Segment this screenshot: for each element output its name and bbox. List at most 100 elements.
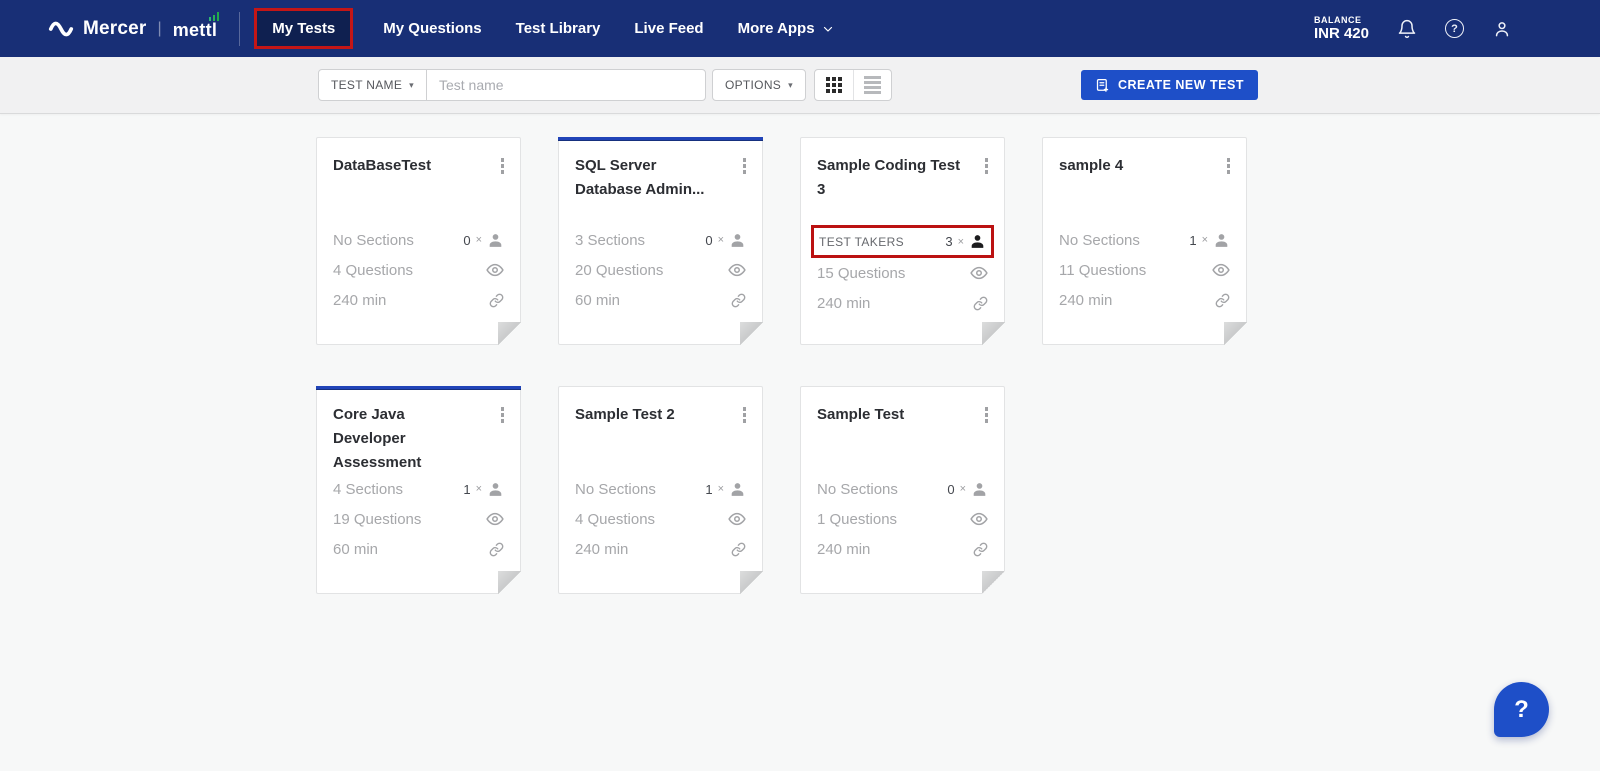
top-navbar: Mercer | mettl My Tests My Questions Tes…: [0, 0, 1600, 57]
person-icon: [489, 233, 502, 247]
share-link-icon[interactable]: [973, 296, 988, 311]
caret-down-icon: ▾: [409, 79, 414, 90]
active-tab-annotation-box: My Tests: [254, 8, 354, 49]
test-title: Sample Test 2: [575, 406, 675, 423]
share-link-icon[interactable]: [731, 542, 746, 557]
test-takers-count[interactable]: 1 ×: [463, 481, 504, 498]
questions-row: 4 Questions: [333, 255, 504, 285]
nav-item-my-tests[interactable]: My Tests: [272, 20, 335, 37]
page: Mercer | mettl My Tests My Questions Tes…: [0, 0, 1600, 771]
nav-item-test-library[interactable]: Test Library: [516, 20, 601, 37]
preview-eye-icon[interactable]: [970, 510, 988, 528]
person-icon: [731, 233, 744, 247]
test-takers-count[interactable]: 3 ×: [945, 233, 986, 250]
create-new-test-button[interactable]: CREATE NEW TEST: [1080, 70, 1258, 100]
test-card-sample-4[interactable]: sample 4 No Sections 1 × 11 Questions 240…: [1042, 137, 1247, 345]
filter-by-dropdown[interactable]: TEST NAME ▾: [318, 69, 427, 101]
test-card-sample-test-2[interactable]: Sample Test 2 No Sections 1 × 4 Questions…: [558, 386, 763, 594]
test-card-sql-server[interactable]: SQL Server Database Admin... 3 Sections …: [558, 137, 763, 345]
nav-divider: [239, 11, 241, 46]
folded-corner: [982, 571, 1005, 594]
test-card-sample-coding-test-3[interactable]: Sample Coding Test 3 TEST TAKERS 3 × 15 Q…: [800, 137, 1005, 345]
test-card-grid: DataBaseTest No Sections 0 × 4 Questions …: [0, 114, 1600, 594]
sections-row: No Sections 1 ×: [1059, 225, 1230, 255]
preview-eye-icon[interactable]: [486, 510, 504, 528]
brand-mercer-text: Mercer: [83, 17, 147, 39]
preview-eye-icon[interactable]: [486, 261, 504, 279]
nav-item-live-feed[interactable]: Live Feed: [634, 20, 703, 37]
questions-row: 19 Questions: [333, 504, 504, 534]
kebab-menu-icon[interactable]: [742, 403, 746, 459]
brand-mettl-text: mettl: [173, 12, 220, 41]
grid-view-icon: [825, 77, 842, 93]
questions-row: 1 Questions: [817, 504, 988, 534]
test-takers-count[interactable]: 0 ×: [947, 481, 988, 498]
duration-row: 60 min: [575, 285, 746, 315]
test-takers-count[interactable]: 0 ×: [463, 232, 504, 249]
test-takers-count[interactable]: 1 ×: [1189, 232, 1230, 249]
support-help-bubble[interactable]: ?: [1494, 682, 1549, 737]
filter-toolbar: TEST NAME ▾ OPTIONS ▾ CREATE NEW TEST: [0, 57, 1600, 114]
person-icon: [1215, 233, 1228, 247]
nav-item-my-questions[interactable]: My Questions: [383, 20, 481, 37]
user-account-icon[interactable]: [1492, 19, 1512, 39]
nav-right: BALANCE INR 420 ?: [1314, 15, 1600, 43]
kebab-menu-icon[interactable]: [984, 403, 988, 459]
test-card-core-java[interactable]: Core Java Developer Assessment 4 Section…: [316, 386, 521, 594]
folded-corner: [740, 571, 763, 594]
test-takers-row-annotated[interactable]: TEST TAKERS 3 ×: [811, 225, 994, 258]
test-card-sample-test[interactable]: Sample Test No Sections 0 × 1 Questions 2…: [800, 386, 1005, 594]
test-takers-count[interactable]: 0 ×: [705, 232, 746, 249]
share-link-icon[interactable]: [731, 293, 746, 308]
test-name-search-input[interactable]: [425, 69, 706, 101]
person-icon: [971, 235, 984, 248]
duration-row: 240 min: [1059, 285, 1230, 315]
preview-eye-icon[interactable]: [970, 264, 988, 282]
notifications-bell-icon[interactable]: [1397, 19, 1417, 39]
duration-row: 240 min: [817, 534, 988, 564]
kebab-menu-icon[interactable]: [1226, 154, 1230, 210]
test-takers-count[interactable]: 1 ×: [705, 481, 746, 498]
help-icon[interactable]: ?: [1445, 19, 1464, 38]
nav-items: My Tests My Questions Test Library Live …: [254, 8, 833, 49]
list-view-button[interactable]: [852, 70, 891, 100]
preview-eye-icon[interactable]: [728, 261, 746, 279]
questions-row: 11 Questions: [1059, 255, 1230, 285]
brand-logo[interactable]: Mercer | mettl: [48, 12, 220, 41]
grid-view-button[interactable]: [815, 70, 853, 100]
share-link-icon[interactable]: [1215, 293, 1230, 308]
nav-item-more-apps[interactable]: More Apps: [738, 20, 834, 37]
balance-value: INR 420: [1313, 25, 1369, 43]
kebab-menu-icon[interactable]: [742, 154, 746, 210]
test-title: Core Java Developer Assessment: [333, 406, 422, 471]
duration-row: 240 min: [575, 534, 746, 564]
list-view-icon: [863, 74, 881, 97]
sections-row: No Sections 0 ×: [333, 225, 504, 255]
preview-eye-icon[interactable]: [1212, 261, 1230, 279]
kebab-menu-icon[interactable]: [500, 154, 504, 210]
duration-row: 240 min: [333, 285, 504, 315]
sections-row: 4 Sections 1 ×: [333, 474, 504, 504]
test-card-databasetest[interactable]: DataBaseTest No Sections 0 × 4 Questions …: [316, 137, 521, 345]
test-title: Sample Test: [817, 406, 905, 423]
share-link-icon[interactable]: [973, 542, 988, 557]
options-dropdown[interactable]: OPTIONS ▾: [711, 69, 806, 101]
person-icon: [731, 482, 744, 496]
folded-corner: [1224, 322, 1247, 345]
test-title: SQL Server Database Admin...: [575, 157, 705, 198]
kebab-menu-icon[interactable]: [984, 154, 988, 210]
kebab-menu-icon[interactable]: [500, 403, 504, 459]
sections-row: No Sections 0 ×: [817, 474, 988, 504]
folded-corner: [740, 322, 763, 345]
sections-row: No Sections 1 ×: [575, 474, 746, 504]
test-title: DataBaseTest: [333, 157, 432, 174]
balance-display[interactable]: BALANCE INR 420: [1314, 15, 1369, 43]
questions-row: 15 Questions: [817, 258, 988, 288]
share-link-icon[interactable]: [489, 542, 504, 557]
preview-eye-icon[interactable]: [728, 510, 746, 528]
view-toggle: [813, 69, 892, 101]
questions-row: 4 Questions: [575, 504, 746, 534]
folded-corner: [982, 322, 1005, 345]
share-link-icon[interactable]: [489, 293, 504, 308]
new-document-icon: [1096, 78, 1109, 92]
